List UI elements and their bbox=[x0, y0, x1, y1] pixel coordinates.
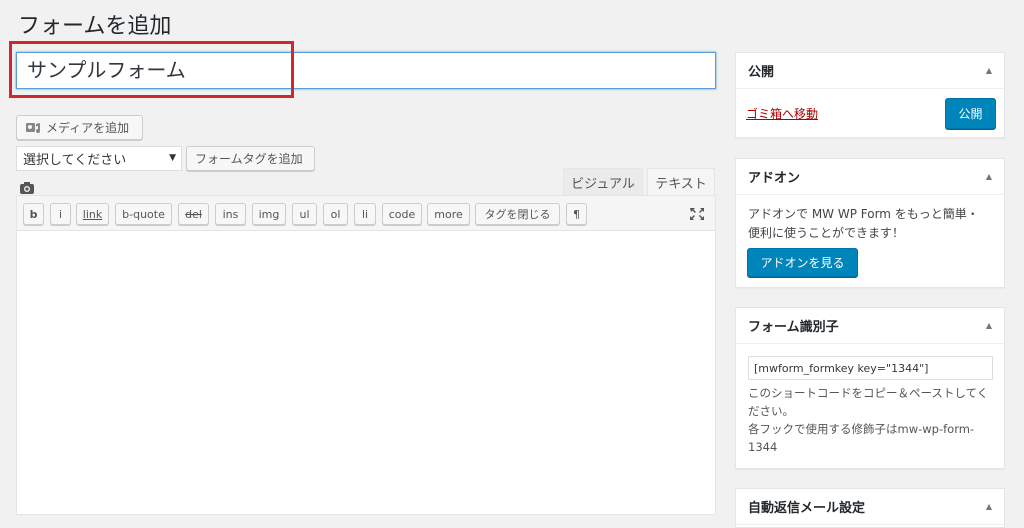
form-key-desc-line: ださい。 bbox=[748, 404, 794, 418]
media-icon bbox=[25, 121, 41, 135]
chevron-down-icon: ▼ bbox=[169, 153, 176, 163]
form-key-desc-line: このショートコードをコピー＆ペーストしてく bbox=[748, 386, 989, 400]
quicktag-code[interactable]: code bbox=[382, 203, 422, 225]
tab-text[interactable]: テキスト bbox=[647, 168, 715, 195]
auto-reply-box-title: 自動返信メール設定 bbox=[748, 501, 866, 516]
quicktag-img[interactable]: img bbox=[252, 203, 286, 225]
publish-button[interactable]: 公開 bbox=[945, 98, 996, 129]
quicktag-blockquote[interactable]: b-quote bbox=[115, 203, 172, 225]
addon-description: アドオンで MW WP Form をもっと簡単・ 便利に使うことができます！ bbox=[736, 195, 1004, 253]
collapse-arrow-icon[interactable]: ▲ bbox=[986, 66, 992, 75]
quicktag-ul[interactable]: ul bbox=[292, 203, 317, 225]
page-title: フォームを追加 bbox=[18, 14, 172, 39]
form-key-box-title: フォーム識別子 bbox=[748, 320, 839, 335]
quicktag-bold[interactable]: b bbox=[23, 203, 44, 225]
form-tag-select-value: 選択してください bbox=[23, 153, 127, 168]
quicktag-italic[interactable]: i bbox=[50, 203, 71, 225]
quicktag-paragraph[interactable]: ¶ bbox=[566, 203, 587, 225]
form-key-desc-line: 各フックで使用する修飾子はmw-wp-form- bbox=[748, 422, 975, 436]
collapse-arrow-icon[interactable]: ▲ bbox=[986, 321, 992, 330]
addon-box-title: アドオン bbox=[748, 171, 801, 186]
collapse-arrow-icon[interactable]: ▲ bbox=[986, 502, 992, 511]
publish-box-header[interactable]: 公開 ▲ bbox=[736, 53, 1004, 89]
tab-visual[interactable]: ビジュアル bbox=[563, 168, 643, 195]
quicktag-ins[interactable]: ins bbox=[215, 203, 246, 225]
auto-reply-box: 自動返信メール設定 ▲ bbox=[735, 488, 1005, 528]
quicktag-more[interactable]: more bbox=[427, 203, 470, 225]
form-key-description: このショートコードをコピー＆ペーストしてく ださい。 各フックで使用する修飾子は… bbox=[748, 384, 998, 456]
collapse-arrow-icon[interactable]: ▲ bbox=[986, 172, 992, 181]
form-key-box: フォーム識別子 ▲ [mwform_formkey key="1344"] この… bbox=[735, 307, 1005, 469]
form-tag-select[interactable]: 選択してください ▼ bbox=[16, 146, 182, 171]
add-media-label: メディアを追加 bbox=[46, 121, 130, 135]
quicktag-del[interactable]: del bbox=[178, 203, 209, 225]
expand-icon[interactable] bbox=[689, 206, 705, 220]
view-addons-button[interactable]: アドオンを見る bbox=[747, 248, 858, 277]
add-media-button[interactable]: メディアを追加 bbox=[16, 115, 143, 140]
quicktag-ol[interactable]: ol bbox=[323, 203, 348, 225]
form-key-box-header[interactable]: フォーム識別子 ▲ bbox=[736, 308, 1004, 344]
publish-box-title: 公開 bbox=[748, 65, 775, 80]
add-form-tag-label: フォームタグを追加 bbox=[195, 152, 303, 166]
auto-reply-box-header[interactable]: 自動返信メール設定 ▲ bbox=[736, 489, 1004, 525]
quicktags-toolbar: b i link b-quote del ins img ul ol li co… bbox=[17, 196, 715, 231]
form-title-input[interactable]: サンプルフォーム bbox=[16, 52, 716, 89]
shortcode-field[interactable]: [mwform_formkey key="1344"] bbox=[748, 356, 993, 380]
addon-description-line: アドオンで MW WP Form をもっと簡単・ bbox=[748, 207, 979, 221]
quicktag-li[interactable]: li bbox=[354, 203, 376, 225]
addon-box: アドオン ▲ アドオンで MW WP Form をもっと簡単・ 便利に使うことが… bbox=[735, 158, 1005, 288]
form-key-desc-line: 1344 bbox=[748, 440, 778, 454]
quicktag-link[interactable]: link bbox=[76, 203, 109, 225]
content-editor[interactable]: b i link b-quote del ins img ul ol li co… bbox=[16, 195, 716, 515]
move-to-trash-link[interactable]: ゴミ箱へ移動 bbox=[746, 105, 818, 122]
add-form-tag-button[interactable]: フォームタグを追加 bbox=[186, 146, 315, 171]
addon-box-header[interactable]: アドオン ▲ bbox=[736, 159, 1004, 195]
publish-box: 公開 ▲ ゴミ箱へ移動 公開 bbox=[735, 52, 1005, 138]
addon-description-line: 便利に使うことができます！ bbox=[748, 226, 905, 240]
quicktag-close-tags[interactable]: タグを閉じる bbox=[475, 203, 560, 225]
camera-icon[interactable] bbox=[20, 179, 34, 194]
